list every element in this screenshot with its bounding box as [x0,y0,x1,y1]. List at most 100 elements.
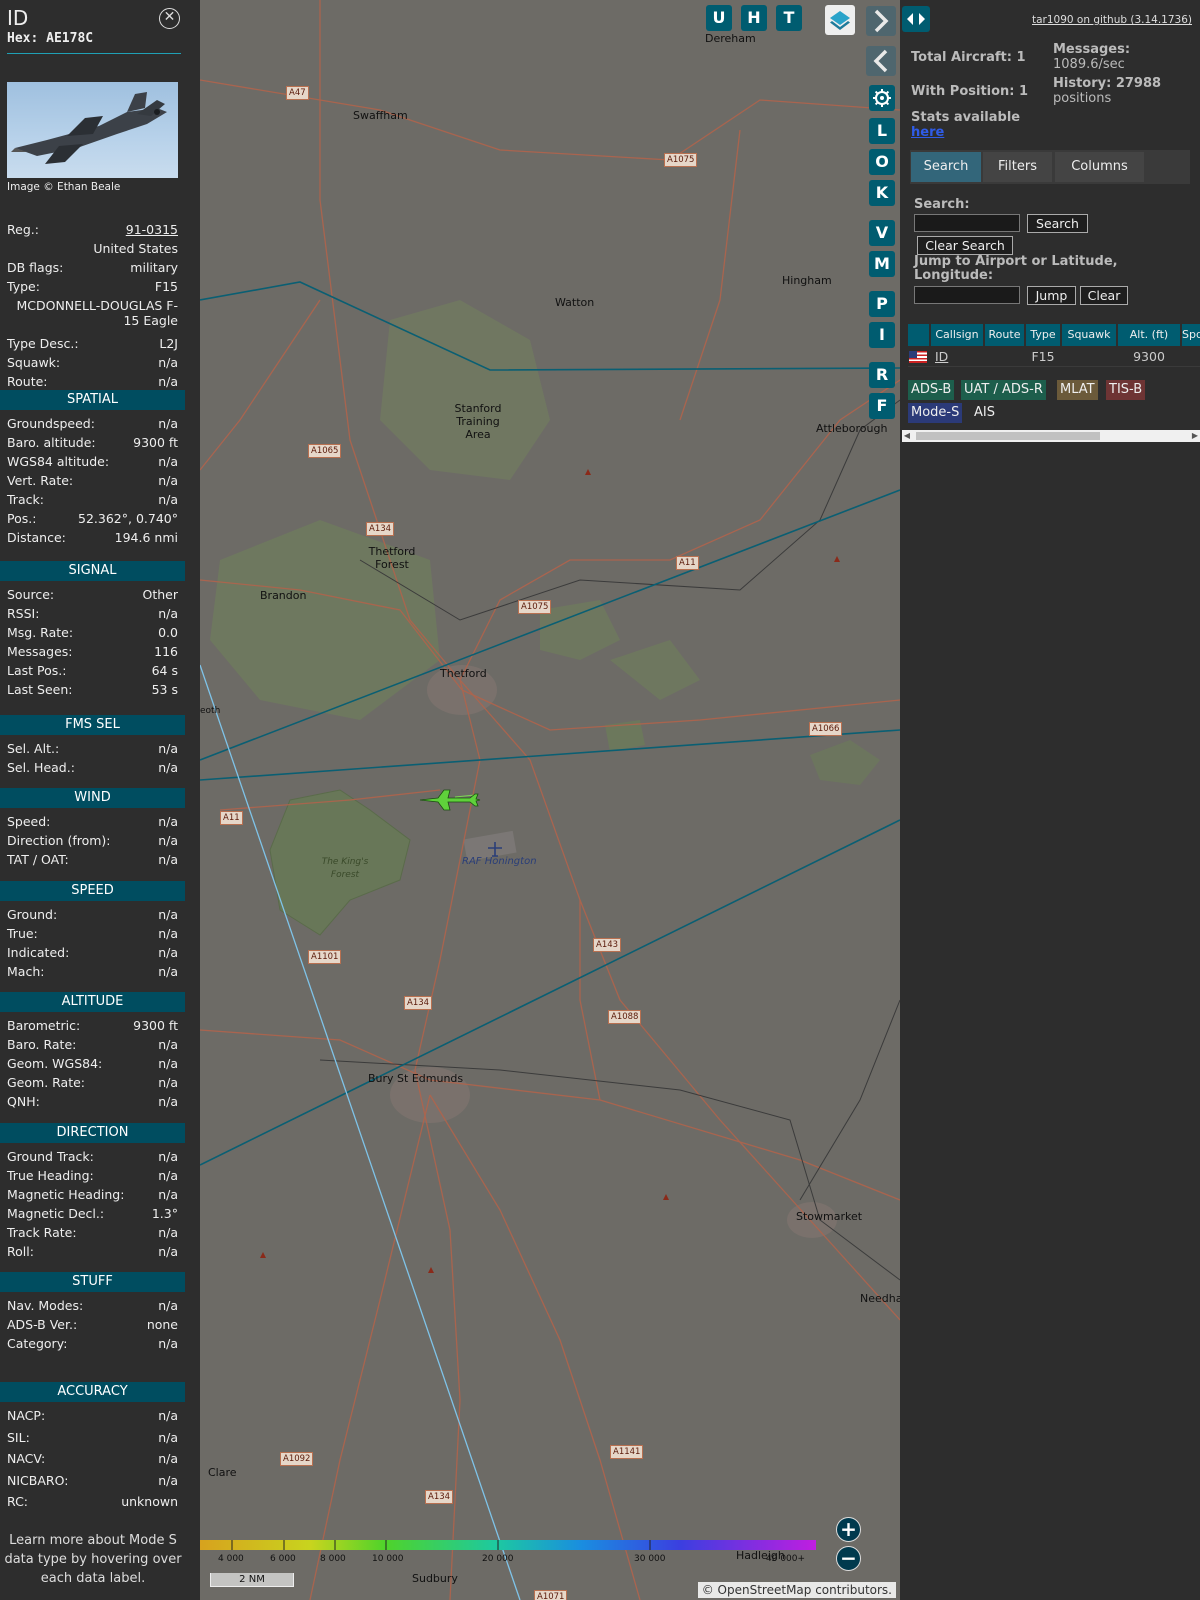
zoom-in-button[interactable]: + [836,1517,861,1542]
map-toggle-f-button[interactable]: F [869,393,895,419]
history-label: History: 27988 [1053,76,1162,91]
info-row-value: n/a [158,926,178,941]
info-row-label[interactable]: Geom. Rate: [7,1075,85,1090]
info-row-label[interactable]: Nav. Modes: [7,1298,83,1313]
zoom-out-button[interactable]: − [836,1546,861,1571]
table-header-cell[interactable]: Alt. (ft) [1118,324,1180,346]
section-header: SPEED [0,881,185,901]
info-row-value: n/a [158,1075,178,1090]
info-row-label[interactable]: Track: [7,492,44,507]
clear-search-button[interactable]: Clear Search [917,236,1013,255]
info-row-label[interactable]: Magnetic Heading: [7,1187,124,1202]
road-label: A134 [404,996,433,1010]
table-header-cell[interactable]: Callsign [931,324,983,346]
info-row-label[interactable]: NACP: [7,1408,45,1423]
info-row-label[interactable]: WGS84 altitude: [7,454,109,469]
info-row-label[interactable]: Barometric: [7,1018,80,1033]
info-row-label[interactable]: Sel. Alt.: [7,741,59,756]
search-button[interactable]: Search [1027,214,1088,233]
info-row-value[interactable]: 91-0315 [126,222,178,237]
info-row-value: n/a [158,945,178,960]
table-header-cell[interactable]: Spd. [1182,324,1200,346]
table-header-cell[interactable]: Route [985,324,1024,346]
map-toggle-t-button[interactable]: T [776,5,802,31]
next-aircraft-button[interactable] [866,6,896,36]
jump-input[interactable] [914,286,1020,304]
map-toggle-o-button[interactable]: O [869,149,895,175]
tab-search[interactable]: Search [911,152,981,182]
map-toggle-p-button[interactable]: P [869,291,895,317]
info-row-label[interactable]: Track Rate: [7,1225,77,1240]
tab-columns[interactable]: Columns [1055,152,1144,182]
info-row-label[interactable]: NICBARO: [7,1473,68,1488]
map-toggle-u-button[interactable]: U [706,5,732,31]
stats-link[interactable]: here [911,125,944,140]
info-row-label[interactable]: Baro. altitude: [7,435,96,450]
map-toggle-l-button[interactable]: L [869,118,895,144]
road-label: A1088 [608,1010,642,1024]
info-row-label[interactable]: QNH: [7,1094,40,1109]
info-row-label[interactable]: Ground Track: [7,1149,94,1164]
info-row-label[interactable]: Ground: [7,907,57,922]
info-row-label[interactable]: Indicated: [7,945,69,960]
info-row-value: 52.362°, 0.740° [78,511,178,526]
info-row-label[interactable]: True: [7,926,38,941]
table-header-cell[interactable]: Squawk [1062,324,1116,346]
map-view[interactable]: A47 A1075 A1065 A134 A11 A1075 A1066 A11 A1101 A1… [200,0,900,1600]
info-row-label[interactable]: RSSI: [7,606,39,621]
info-row-label[interactable]: Direction (from): [7,833,111,848]
info-row-label[interactable]: RC: [7,1494,28,1509]
map-toggle-m-button[interactable]: M [869,251,895,277]
info-row-label[interactable]: Roll: [7,1244,34,1259]
road-label: A1092 [280,1452,314,1466]
aircraft-photo[interactable] [7,82,178,178]
info-row-label[interactable]: Mach: [7,964,44,979]
table-scrollbar[interactable]: ◀ ▶ [902,430,1200,442]
info-row-label[interactable]: Msg. Rate: [7,625,73,640]
clear-button[interactable]: Clear [1080,286,1128,305]
info-row-label[interactable]: Speed: [7,814,50,829]
prev-aircraft-button[interactable] [866,46,896,76]
map-toggle-i-button[interactable]: I [869,322,895,348]
table-row[interactable]: ID F15 9300 [908,347,1200,367]
jump-button[interactable]: Jump [1027,286,1076,305]
map-toggle-r-button[interactable]: R [869,362,895,388]
close-icon[interactable]: ✕ [159,8,180,29]
github-link[interactable]: tar1090 on github (3.14.1736) [1032,14,1192,26]
info-row-label[interactable]: Pos.: [7,511,36,526]
info-row-label[interactable]: Category: [7,1336,67,1351]
info-row-label[interactable]: Distance: [7,530,66,545]
info-row: Barometric: 9300 ft [7,1018,178,1033]
info-row-label[interactable]: Sel. Head.: [7,760,75,775]
info-row-label[interactable]: Baro. Rate: [7,1037,76,1052]
info-row-label[interactable]: Vert. Rate: [7,473,73,488]
info-row-label[interactable]: Magnetic Decl.: [7,1206,104,1221]
toggle-sidebar-button[interactable] [902,6,930,32]
info-row-value: L2J [159,336,178,351]
place-label: Thetford [440,667,487,680]
info-row-label[interactable]: True Heading: [7,1168,94,1183]
info-row-label[interactable]: SIL: [7,1430,30,1445]
place-label: Swaffham [353,109,408,122]
info-row-label[interactable]: Source: [7,587,54,602]
map-toggle-k-button[interactable]: K [869,180,895,206]
info-row-value: n/a [158,1429,178,1445]
map-toggle-h-button[interactable]: H [741,5,767,31]
settings-button[interactable] [869,85,895,111]
info-row-label[interactable]: ADS-B Ver.: [7,1317,77,1332]
info-row-label[interactable]: NACV: [7,1451,45,1466]
info-row-label[interactable]: Last Pos.: [7,663,66,678]
info-row-label[interactable]: Last Seen: [7,682,72,697]
search-input[interactable] [914,214,1020,232]
info-row-value: n/a [158,907,178,922]
source-badge: AIS [971,403,998,423]
table-header-cell[interactable]: Type [1026,324,1060,346]
layers-button[interactable] [825,5,855,35]
info-row-label[interactable]: Groundspeed: [7,416,95,431]
map-toggle-v-button[interactable]: V [869,220,895,246]
tab-filters[interactable]: Filters [983,152,1052,182]
scrollbar-thumb[interactable] [916,432,1100,440]
info-row-label[interactable]: Geom. WGS84: [7,1056,102,1071]
info-row-label[interactable]: Messages: [7,644,73,659]
info-row-label[interactable]: TAT / OAT: [7,852,69,867]
